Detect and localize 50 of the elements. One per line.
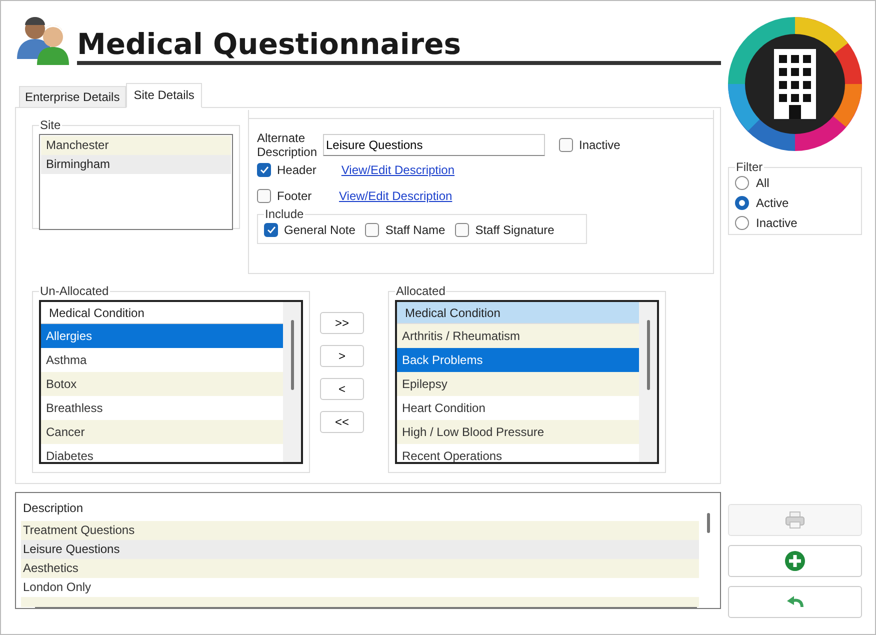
scrollbar[interactable] bbox=[639, 302, 657, 462]
checkbox[interactable]: Footer bbox=[257, 189, 312, 203]
list-item[interactable]: Arthritis / Rheumatism bbox=[397, 324, 639, 348]
radio-button[interactable]: Active bbox=[735, 196, 855, 210]
scrollbar[interactable] bbox=[283, 302, 301, 462]
list-item[interactable]: High / Low Blood Pressure bbox=[397, 420, 639, 444]
transfer-button[interactable]: < bbox=[320, 378, 364, 400]
transfer-button[interactable]: >> bbox=[320, 312, 364, 334]
list-item[interactable]: Botox bbox=[41, 372, 283, 396]
tab[interactable]: Site Details bbox=[126, 83, 202, 108]
list-item[interactable]: Treatment Questions bbox=[21, 521, 699, 540]
undo-icon bbox=[785, 594, 805, 610]
link[interactable]: View/Edit Description bbox=[341, 163, 455, 177]
list-item[interactable]: Back Problems bbox=[397, 348, 639, 372]
list-item[interactable]: Allergies bbox=[41, 324, 283, 348]
group-label: Un-Allocated bbox=[39, 284, 110, 298]
checkbox[interactable]: Header bbox=[257, 163, 316, 177]
field-label: Alternate Description bbox=[257, 131, 317, 159]
list-item[interactable]: Aesthetics bbox=[21, 559, 699, 578]
list-item[interactable]: Leisure Questions bbox=[21, 540, 699, 559]
checkbox[interactable]: Staff Name bbox=[365, 223, 446, 237]
transfer-button[interactable]: << bbox=[320, 411, 364, 433]
list-box[interactable]: Medical Condition Allergies Asthma Botox Breathless Cancer Diabetes bbox=[39, 300, 303, 464]
radio-button[interactable]: Inactive bbox=[735, 216, 855, 230]
group-label: Include bbox=[264, 207, 305, 221]
list-item[interactable]: Cancer bbox=[41, 420, 283, 444]
list-item[interactable]: Manchester bbox=[41, 136, 231, 155]
column-header[interactable]: Medical Condition bbox=[397, 302, 639, 324]
group-label: Allocated bbox=[395, 284, 446, 298]
description-list[interactable]: Description Treatment Questions Leisure Questions Aesthetics London Only bbox=[15, 492, 721, 609]
list-item[interactable]: Epilepsy bbox=[397, 372, 639, 396]
group-label: Filter bbox=[735, 160, 764, 174]
checkbox[interactable]: Staff Signature bbox=[455, 223, 554, 237]
transfer-button[interactable]: > bbox=[320, 345, 364, 367]
group-label: Site bbox=[39, 118, 62, 132]
page-title: Medical Questionnaires bbox=[77, 27, 721, 65]
add-button[interactable] bbox=[728, 545, 862, 577]
tab[interactable]: Enterprise Details bbox=[19, 86, 126, 108]
checkbox[interactable]: General Note bbox=[264, 223, 356, 237]
check-icon bbox=[266, 226, 276, 234]
column-header[interactable]: Description bbox=[21, 497, 699, 521]
radio-button[interactable]: All bbox=[735, 176, 855, 190]
input-field[interactable]: Leisure Questions bbox=[323, 134, 545, 156]
link[interactable]: View/Edit Description bbox=[339, 189, 452, 203]
list-item[interactable]: Birmingham bbox=[41, 155, 231, 174]
checkbox[interactable]: Inactive bbox=[559, 138, 620, 152]
printer-icon bbox=[784, 511, 806, 529]
site-list[interactable]: Manchester Birmingham bbox=[39, 134, 233, 230]
check-icon bbox=[260, 166, 268, 174]
add-icon bbox=[784, 550, 806, 572]
